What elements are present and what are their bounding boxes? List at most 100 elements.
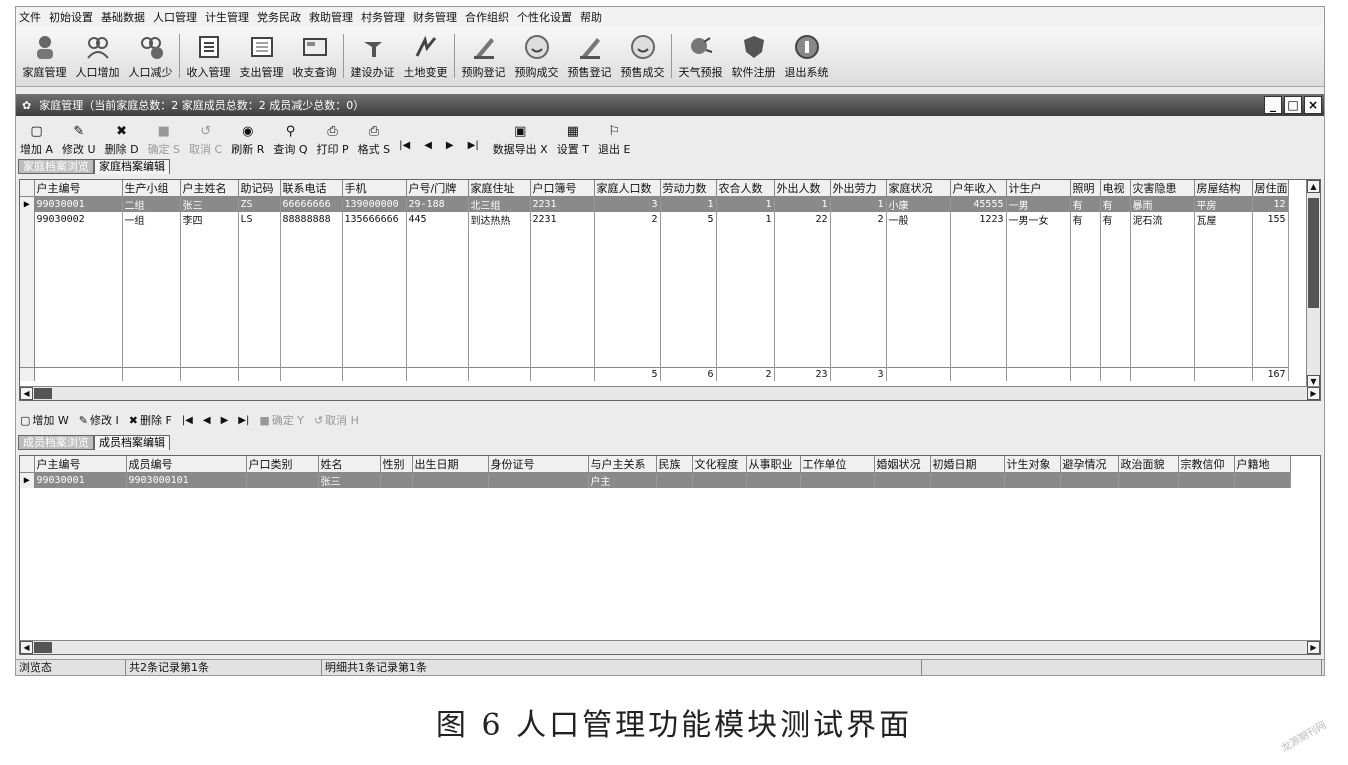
table-cell[interactable] xyxy=(488,472,589,488)
scroll-thumb[interactable] xyxy=(34,642,52,653)
toolbar-button[interactable]: 土地变更 xyxy=(399,28,452,80)
table-cell[interactable]: LS xyxy=(238,212,281,227)
table-cell[interactable] xyxy=(412,472,489,488)
scroll-left-icon[interactable]: ◀ xyxy=(20,387,33,400)
member-tool-button[interactable]: ■ 确定 Y xyxy=(259,412,304,428)
column-header[interactable]: 出生日期 xyxy=(412,456,489,473)
table-cell[interactable] xyxy=(246,472,319,488)
table-cell[interactable]: 一组 xyxy=(122,212,181,227)
table-cell[interactable]: 445 xyxy=(406,212,469,227)
family-vertical-scrollbar[interactable]: ▲ ▼ xyxy=(1306,180,1320,388)
column-header[interactable]: 成员编号 xyxy=(126,456,247,473)
table-cell[interactable]: 12 xyxy=(1252,196,1289,212)
family-tool-button[interactable]: ✎ 修改 U xyxy=(62,125,96,157)
table-cell[interactable]: 户主 xyxy=(588,472,657,488)
menu-item[interactable]: 初始设置 xyxy=(49,9,93,25)
table-cell[interactable]: 99030001 xyxy=(34,196,123,212)
column-header[interactable]: 计生对象 xyxy=(1004,456,1061,473)
menu-item[interactable]: 党务民政 xyxy=(257,9,301,25)
family-tool-button[interactable]: ⎙ 打印 P xyxy=(317,125,349,157)
column-header[interactable]: 生产小组 xyxy=(122,180,181,197)
tab[interactable]: 家庭档案浏览 xyxy=(18,159,94,174)
nav-arrow-icon[interactable]: |◀ xyxy=(182,415,193,426)
column-header[interactable]: 户口簿号 xyxy=(530,180,595,197)
family-tool-button[interactable]: ▣ 数据导出 X xyxy=(493,125,548,157)
table-cell[interactable]: 1 xyxy=(660,196,717,212)
maximize-button[interactable]: □ xyxy=(1284,96,1302,114)
column-header[interactable]: 婚姻状况 xyxy=(874,456,931,473)
column-header[interactable]: 初婚日期 xyxy=(930,456,1005,473)
table-cell[interactable] xyxy=(1234,472,1291,488)
column-header[interactable]: 劳动力数 xyxy=(660,180,717,197)
menu-item[interactable]: 人口管理 xyxy=(153,9,197,25)
column-header[interactable]: 户号/门牌 xyxy=(406,180,469,197)
toolbar-button[interactable]: 家庭管理 xyxy=(18,28,71,80)
column-header[interactable]: 工作单位 xyxy=(800,456,875,473)
table-cell[interactable]: 有 xyxy=(1070,196,1101,212)
member-tool-button[interactable]: ↺ 取消 H xyxy=(314,412,359,428)
column-header[interactable]: 房屋结构 xyxy=(1194,180,1253,197)
family-tool-button[interactable]: ⎙ 格式 S xyxy=(358,125,390,157)
nav-arrow-icon[interactable]: ▶ xyxy=(446,140,454,151)
table-cell[interactable]: 1 xyxy=(830,196,887,212)
toolbar-button[interactable]: 收支查询 xyxy=(288,28,341,80)
table-cell[interactable]: 北三组 xyxy=(468,196,531,212)
table-row[interactable]: 99030002 一组 李四 LS 88888888 135666666 445 到达热热 22… xyxy=(20,212,1289,227)
scroll-thumb[interactable] xyxy=(34,388,52,399)
member-tool-button[interactable]: ✖ 删除 F xyxy=(129,412,172,428)
table-cell[interactable]: 一般 xyxy=(886,212,951,227)
member-horizontal-scrollbar[interactable]: ◀ ▶ xyxy=(20,640,1320,654)
table-cell[interactable]: 139000000 xyxy=(342,196,407,212)
family-tool-button[interactable]: ⚐ 退出 E xyxy=(598,125,630,157)
table-cell[interactable] xyxy=(1178,472,1235,488)
column-header[interactable]: 灾害隐患 xyxy=(1130,180,1195,197)
menu-item[interactable]: 救助管理 xyxy=(309,9,353,25)
menu-item[interactable]: 文件 xyxy=(19,9,41,25)
scroll-thumb[interactable] xyxy=(1308,198,1319,308)
table-cell[interactable]: 99030001 xyxy=(34,472,127,488)
nav-arrow-icon[interactable]: ◀ xyxy=(424,140,432,151)
table-cell[interactable]: 88888888 xyxy=(280,212,343,227)
column-header[interactable]: 外出劳力 xyxy=(830,180,887,197)
table-cell[interactable]: 2 xyxy=(830,212,887,227)
table-cell[interactable] xyxy=(746,472,801,488)
member-tool-button[interactable]: ✎ 修改 I xyxy=(79,412,119,428)
menu-item[interactable]: 合作组织 xyxy=(465,9,509,25)
close-button[interactable]: × xyxy=(1304,96,1322,114)
column-header[interactable]: 手机 xyxy=(342,180,407,197)
table-cell[interactable]: 99030002 xyxy=(34,212,123,227)
family-tool-button[interactable]: ⚲ 查询 Q xyxy=(273,125,307,157)
toolbar-button[interactable]: 人口增加 xyxy=(71,28,124,80)
table-cell[interactable] xyxy=(1060,472,1119,488)
table-cell[interactable]: 小康 xyxy=(886,196,951,212)
table-cell[interactable]: 泥石流 xyxy=(1130,212,1195,227)
table-cell[interactable]: 张三 xyxy=(180,196,239,212)
table-cell[interactable] xyxy=(930,472,1005,488)
table-cell[interactable]: 45555 xyxy=(950,196,1007,212)
column-header[interactable]: 助记码 xyxy=(238,180,281,197)
menu-item[interactable]: 基础数据 xyxy=(101,9,145,25)
column-header[interactable]: 户主编号 xyxy=(34,180,123,197)
menu-item[interactable]: 计生管理 xyxy=(205,9,249,25)
tab[interactable]: 成员档案浏览 xyxy=(18,435,94,450)
nav-arrow-icon[interactable]: ◀ xyxy=(203,415,211,426)
table-cell[interactable] xyxy=(380,472,413,488)
family-tool-button[interactable]: ■ 确定 S xyxy=(148,125,180,157)
toolbar-button[interactable]: 预购成交 xyxy=(510,28,563,80)
tab[interactable]: 家庭档案编辑 xyxy=(94,159,170,174)
toolbar-button[interactable]: 人口减少 xyxy=(124,28,177,80)
table-cell[interactable]: 2231 xyxy=(530,196,595,212)
scroll-right-icon[interactable]: ▶ xyxy=(1307,387,1320,400)
table-cell[interactable]: 2 xyxy=(594,212,661,227)
table-row[interactable]: ▶ 99030001 9903000101 张三 户主 xyxy=(20,472,1291,488)
column-header[interactable]: 居住面积 xyxy=(1252,180,1289,197)
menu-item[interactable]: 财务管理 xyxy=(413,9,457,25)
table-cell[interactable]: ZS xyxy=(238,196,281,212)
nav-arrow-icon[interactable]: ▶| xyxy=(468,140,479,151)
column-header[interactable]: 计生户 xyxy=(1006,180,1071,197)
column-header[interactable]: 电视 xyxy=(1100,180,1131,197)
table-cell[interactable]: 张三 xyxy=(318,472,381,488)
table-cell[interactable]: 有 xyxy=(1100,212,1131,227)
toolbar-button[interactable]: 建设办证 xyxy=(346,28,399,80)
table-cell[interactable]: 有 xyxy=(1070,212,1101,227)
